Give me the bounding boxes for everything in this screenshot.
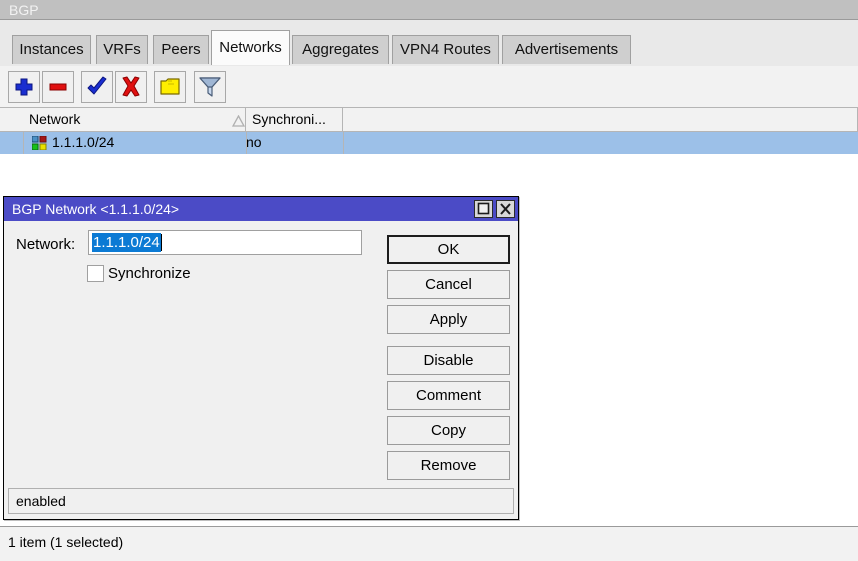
disable-button[interactable]: Disable	[387, 346, 510, 375]
network-input[interactable]: 1.1.1.0/24	[88, 230, 362, 255]
cancel-button[interactable]: Cancel	[387, 270, 510, 299]
tab-instances[interactable]: Instances	[12, 35, 91, 64]
text-caret	[161, 234, 162, 251]
tab-bar: InstancesVRFsPeersNetworksAggregatesVPN4…	[0, 20, 858, 67]
dialog-status-bar: enabled	[4, 485, 518, 519]
dialog-status-text: enabled	[16, 492, 66, 511]
network-input-value: 1.1.1.0/24	[92, 233, 161, 252]
cell-network: 1.1.1.0/24	[52, 132, 246, 154]
status-bar: 1 item (1 selected)	[0, 526, 858, 561]
grid-line	[23, 132, 24, 154]
comment-button[interactable]: Comment	[387, 381, 510, 410]
maximize-button[interactable]	[474, 200, 493, 218]
dialog-title: BGP Network <1.1.1.0/24>	[12, 199, 179, 219]
column-header-network[interactable]: Network	[23, 108, 246, 131]
grid-line	[246, 132, 247, 154]
grid-line	[343, 132, 344, 154]
bgp-window: BGP InstancesVRFsPeersNetworksAggregates…	[0, 0, 858, 561]
tab-vrfs[interactable]: VRFs	[96, 35, 148, 64]
remove-button[interactable]	[42, 71, 74, 103]
tab-advertisements[interactable]: Advertisements	[502, 35, 631, 64]
column-header-blank[interactable]	[343, 108, 858, 131]
cell-blank	[343, 132, 858, 154]
note-icon	[155, 72, 185, 102]
tab-aggregates[interactable]: Aggregates	[292, 35, 389, 64]
close-button[interactable]	[496, 200, 515, 218]
tab-networks[interactable]: Networks	[211, 30, 290, 65]
column-header-synchroni[interactable]: Synchroni...	[246, 108, 343, 131]
minus-icon	[43, 72, 73, 102]
table-row[interactable]: 1.1.1.0/24no	[0, 132, 858, 154]
network-label: Network:	[16, 234, 75, 256]
dialog-titlebar[interactable]: BGP Network <1.1.1.0/24>	[4, 197, 518, 221]
apply-button[interactable]: Apply	[387, 305, 510, 334]
network-squares-icon	[32, 136, 47, 150]
add-button[interactable]	[8, 71, 40, 103]
cross-icon	[116, 72, 146, 102]
copy-button[interactable]: Copy	[387, 416, 510, 445]
tab-vpn4-routes[interactable]: VPN4 Routes	[392, 35, 499, 64]
window-title: BGP	[9, 1, 39, 19]
ok-button[interactable]: OK	[387, 235, 510, 264]
tab-bar-inner: InstancesVRFsPeersNetworksAggregatesVPN4…	[0, 20, 858, 67]
disable-button[interactable]	[115, 71, 147, 103]
tab-peers[interactable]: Peers	[153, 35, 209, 64]
enable-button[interactable]	[81, 71, 113, 103]
dialog-status-field: enabled	[8, 488, 514, 514]
remove-button[interactable]: Remove	[387, 451, 510, 480]
comment-button[interactable]	[154, 71, 186, 103]
cell-synchroni: no	[246, 132, 343, 154]
synchronize-checkbox[interactable]	[87, 265, 104, 282]
window-titlebar: BGP	[0, 0, 858, 20]
bgp-network-dialog: BGP Network <1.1.1.0/24> Network: 1.1.1.…	[3, 196, 519, 520]
toolbar	[0, 67, 858, 107]
check-icon	[82, 72, 112, 102]
filter-button[interactable]	[194, 71, 226, 103]
sort-ascending-icon	[232, 114, 245, 126]
item-count-label: 1 item (1 selected)	[8, 533, 123, 551]
plus-icon	[9, 72, 39, 102]
funnel-icon	[195, 72, 225, 102]
table-header: NetworkSynchroni...	[0, 107, 858, 132]
synchronize-label: Synchronize	[108, 263, 191, 284]
